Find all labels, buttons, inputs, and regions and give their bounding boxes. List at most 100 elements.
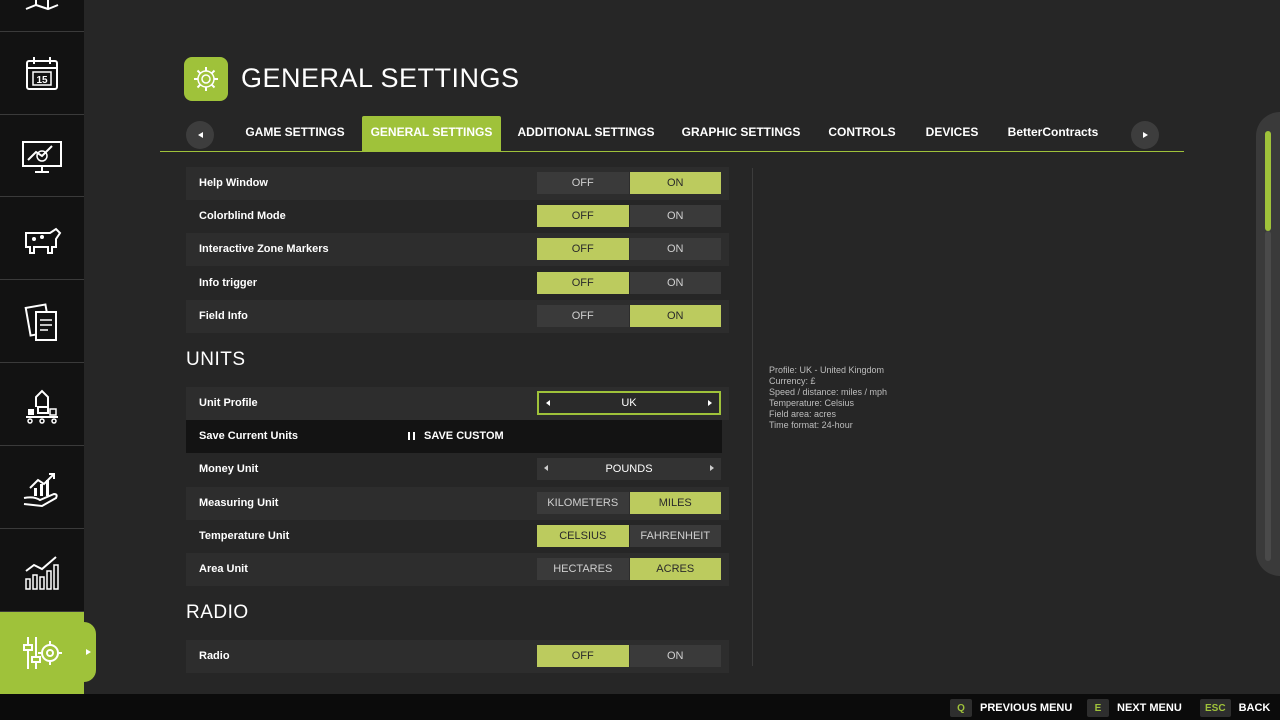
option-celsius[interactable]: CELSIUS — [537, 525, 629, 547]
unit-profile-selector[interactable]: UK — [537, 391, 721, 415]
arrow-left-icon[interactable] — [546, 400, 550, 406]
option-on[interactable]: ON — [629, 272, 721, 294]
option-acres[interactable]: ACRES — [629, 558, 721, 580]
setting-info-trigger: Info trigger OFF ON — [186, 267, 729, 300]
sidebar-item-finances[interactable] — [0, 447, 84, 529]
option-off[interactable]: OFF — [537, 272, 629, 294]
info-line: Field area: acres — [769, 409, 837, 419]
setting-label: Temperature Unit — [199, 530, 290, 542]
hint-label: NEXT MENU — [1117, 702, 1182, 714]
setting-unit-profile: Unit Profile UK — [186, 387, 729, 420]
info-line: Speed / distance: miles / mph — [769, 387, 888, 397]
tab-prev-arrow-icon[interactable] — [186, 121, 214, 149]
finances-icon — [23, 472, 58, 507]
setting-help-window: Help Window OFF ON — [186, 167, 729, 200]
page-title: GENERAL SETTINGS — [241, 63, 520, 93]
footer-hints: Q PREVIOUS MENU E NEXT MENU ESC BACK — [0, 694, 1280, 720]
sidebar-item-production[interactable] — [0, 364, 84, 446]
section-title-units: UNITS — [186, 349, 246, 370]
map-icon — [25, 0, 59, 10]
next-menu-hint[interactable]: E NEXT MENU — [1087, 699, 1182, 717]
arrow-right-icon[interactable] — [710, 465, 714, 471]
radio-toggle[interactable]: OFF ON — [537, 645, 721, 667]
arrow-left-icon[interactable] — [544, 465, 548, 471]
option-on[interactable]: ON — [629, 205, 721, 227]
help-window-toggle[interactable]: OFF ON — [537, 172, 721, 194]
info-line: Currency: £ — [769, 376, 816, 386]
previous-menu-hint[interactable]: Q PREVIOUS MENU — [950, 699, 1072, 717]
option-hectares[interactable]: HECTARES — [537, 558, 629, 580]
settings-icon — [23, 637, 62, 669]
field-info-toggle[interactable]: OFF ON — [537, 305, 721, 327]
tab-bettercontracts[interactable]: BetterContracts — [1004, 116, 1102, 152]
sidebar-item-calendar[interactable]: 15 — [0, 33, 84, 115]
setting-label: Unit Profile — [199, 397, 258, 409]
zone-markers-toggle[interactable]: OFF ON — [537, 238, 721, 260]
tab-graphic-settings[interactable]: GRAPHIC SETTINGS — [676, 116, 806, 152]
selector-value: POUNDS — [605, 463, 653, 475]
tab-bar: GAME SETTINGS GENERAL SETTINGS ADDITIONA… — [160, 114, 1184, 152]
option-off[interactable]: OFF — [537, 645, 629, 667]
hint-label: BACK — [1238, 702, 1271, 714]
hint-label: PREVIOUS MENU — [980, 702, 1073, 714]
colorblind-toggle[interactable]: OFF ON — [537, 205, 721, 227]
key-e: E — [1087, 699, 1109, 717]
unit-profile-info: Profile: UK - United Kingdom Currency: £… — [769, 365, 887, 431]
sidebar-item-statistics[interactable] — [0, 530, 84, 612]
option-on[interactable]: ON — [629, 305, 721, 327]
money-unit-selector[interactable]: POUNDS — [537, 458, 721, 480]
sidebar-item-price-monitor[interactable] — [0, 115, 84, 197]
section-title-radio: RADIO — [186, 602, 249, 623]
key-q: Q — [950, 699, 972, 717]
scrollbar-thumb[interactable] — [1265, 131, 1271, 231]
setting-field-info: Field Info OFF ON — [186, 300, 729, 333]
info-trigger-toggle[interactable]: OFF ON — [537, 272, 721, 294]
setting-radio: Radio OFF ON — [186, 640, 729, 673]
sidebar-item-settings[interactable] — [0, 612, 84, 694]
sidebar-item-contracts[interactable] — [0, 281, 84, 363]
tab-general-settings[interactable]: GENERAL SETTINGS — [362, 116, 501, 152]
setting-label: Area Unit — [199, 563, 248, 575]
selector-value: UK — [621, 397, 637, 409]
scrollbar-rail[interactable] — [1265, 231, 1271, 561]
option-off[interactable]: OFF — [537, 305, 629, 327]
panel-divider — [752, 168, 753, 666]
option-kilometers[interactable]: KILOMETERS — [537, 492, 629, 514]
temperature-unit-toggle[interactable]: CELSIUS FAHRENHEIT — [537, 525, 721, 547]
sidebar-item-map[interactable] — [0, 0, 84, 32]
gear-icon — [194, 67, 218, 91]
setting-measuring-unit: Measuring Unit KILOMETERS MILES — [186, 487, 729, 520]
setting-label: Interactive Zone Markers — [199, 243, 329, 255]
area-unit-toggle[interactable]: HECTARES ACRES — [537, 558, 721, 580]
arrow-right-icon[interactable] — [708, 400, 712, 406]
option-miles[interactable]: MILES — [629, 492, 721, 514]
option-on[interactable]: ON — [629, 645, 721, 667]
tab-devices[interactable]: DEVICES — [920, 116, 984, 152]
tab-controls[interactable]: CONTROLS — [824, 116, 900, 152]
setting-label: Field Info — [199, 310, 248, 322]
tab-additional-settings[interactable]: ADDITIONAL SETTINGS — [512, 116, 660, 152]
setting-label: Save Current Units — [199, 430, 299, 442]
option-fahrenheit[interactable]: FAHRENHEIT — [629, 525, 721, 547]
setting-label: Money Unit — [199, 463, 259, 475]
back-hint[interactable]: ESC BACK — [1200, 699, 1270, 717]
option-off[interactable]: OFF — [537, 172, 629, 194]
info-line: Time format: 24-hour — [769, 420, 853, 430]
contracts-icon — [24, 302, 57, 341]
option-off[interactable]: OFF — [537, 238, 629, 260]
option-on[interactable]: ON — [629, 172, 721, 194]
option-on[interactable]: ON — [629, 238, 721, 260]
calendar-icon: 15 — [26, 56, 58, 90]
statistics-icon — [25, 555, 59, 590]
tab-next-arrow-icon[interactable] — [1131, 121, 1159, 149]
measuring-unit-toggle[interactable]: KILOMETERS MILES — [537, 492, 721, 514]
sidebar-item-animals[interactable] — [0, 198, 84, 280]
setting-money-unit: Money Unit POUNDS — [186, 453, 729, 486]
tab-game-settings[interactable]: GAME SETTINGS — [240, 116, 350, 152]
price-monitor-icon — [22, 140, 62, 173]
save-custom-button[interactable]: SAVE CUSTOM — [408, 430, 504, 442]
save-custom-label: SAVE CUSTOM — [424, 430, 504, 442]
option-off[interactable]: OFF — [537, 205, 629, 227]
pause-icon — [408, 432, 415, 440]
setting-temperature-unit: Temperature Unit CELSIUS FAHRENHEIT — [186, 520, 729, 553]
